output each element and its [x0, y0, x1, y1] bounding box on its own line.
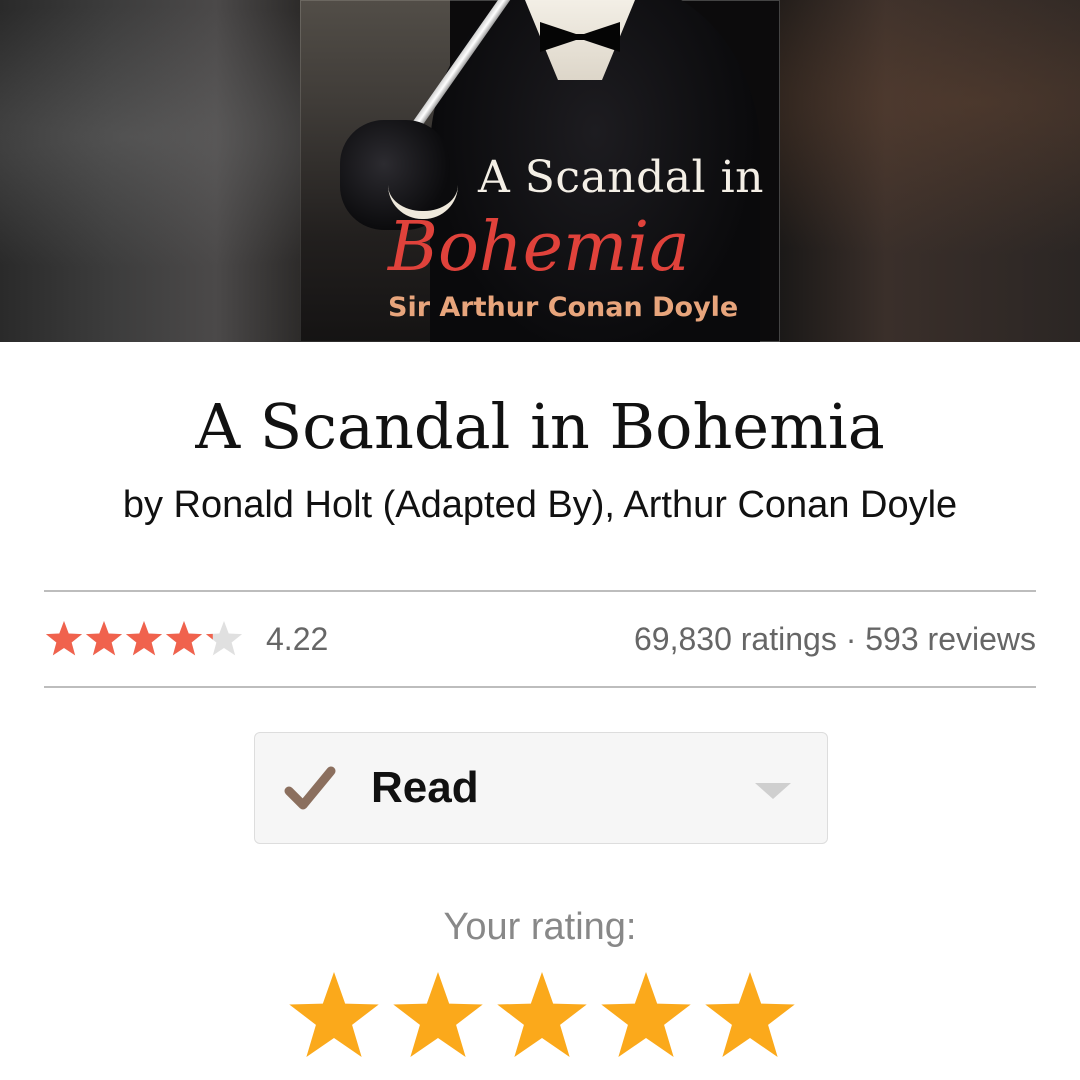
average-star-icon [165, 621, 203, 656]
divider-bottom [44, 686, 1036, 688]
your-rating-label: Your rating: [443, 906, 637, 948]
rating-star-icon-1[interactable] [286, 970, 382, 1062]
rating-summary[interactable]: 4.22 69,830 ratings · 593 reviews [44, 606, 1036, 672]
shelf-status-button[interactable]: Read [254, 732, 828, 844]
cover-title-line2: Bohemia [388, 208, 690, 287]
average-rating-value: 4.22 [266, 620, 329, 657]
average-star-icon [205, 621, 243, 656]
rating-star-icon-4[interactable] [598, 970, 694, 1062]
book-title: A Scandal in Bohemia [195, 390, 885, 463]
book-cover[interactable]: A Scandal in Bohemia Sir Arthur Conan Do… [300, 0, 780, 342]
rating-star-icon-2[interactable] [390, 970, 486, 1062]
cover-author: Sir Arthur Conan Doyle [388, 292, 739, 323]
rating-star-icon-5[interactable] [702, 970, 798, 1062]
your-rating-stars[interactable] [286, 970, 798, 1062]
cover-title-line1: A Scandal in [478, 152, 764, 203]
average-star-icon [125, 621, 163, 656]
rating-star-icon-3[interactable] [494, 970, 590, 1062]
average-star-icon [45, 621, 83, 656]
ratings-reviews-count[interactable]: 69,830 ratings · 593 reviews [634, 621, 1036, 658]
average-rating: 4.22 [44, 620, 328, 658]
cover-header: A Scandal in Bohemia Sir Arthur Conan Do… [0, 0, 1080, 342]
shelf-status-label: Read [371, 763, 479, 812]
chevron-down-icon[interactable] [755, 783, 791, 799]
checkmark-icon [284, 766, 336, 810]
divider-top [44, 590, 1036, 592]
book-authors[interactable]: by Ronald Holt (Adapted By), Arthur Cona… [0, 484, 1080, 527]
average-star-icon [85, 621, 123, 656]
average-stars [44, 620, 244, 658]
